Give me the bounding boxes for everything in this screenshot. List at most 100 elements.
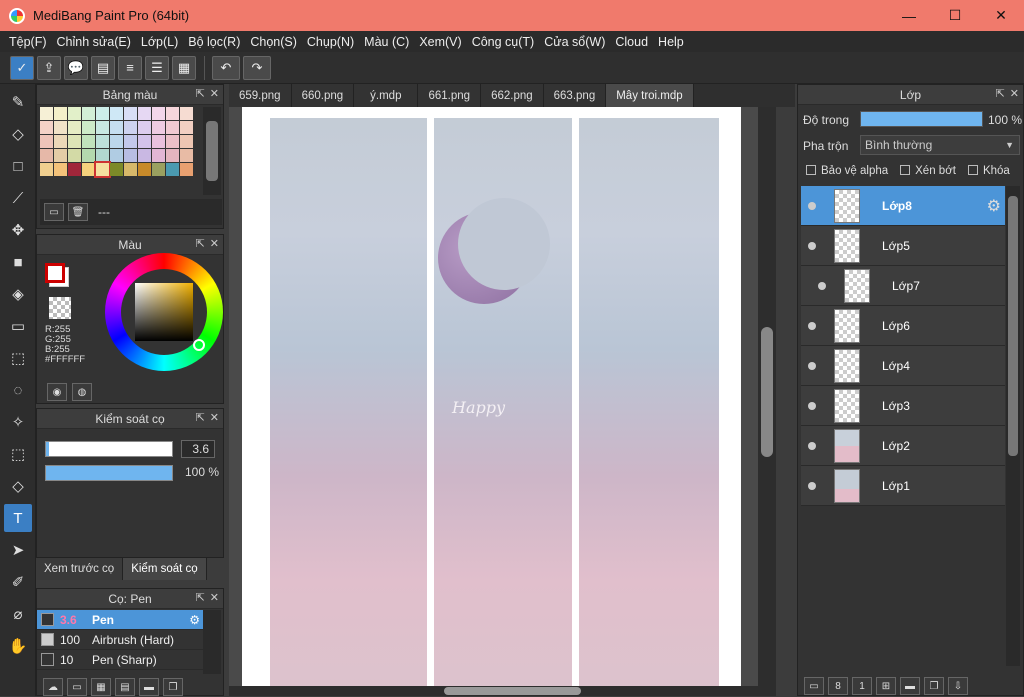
color-swatch[interactable] [180,135,193,148]
undock-icon[interactable]: ⇱ [996,87,1005,100]
doc-tab[interactable]: 660.png [291,84,355,107]
color-swatch[interactable] [152,163,165,176]
new-layer-icon[interactable]: ▭ [804,677,824,695]
brush-size-slider[interactable] [45,441,173,457]
color-swatch[interactable] [96,107,109,120]
menu-filter[interactable]: Bộ lọc(R) [183,35,245,49]
color-swatch[interactable] [54,149,67,162]
new-8bit-layer-icon[interactable]: 8 [828,677,848,695]
color-swatch[interactable] [40,163,53,176]
cloud-save-icon[interactable]: ✓ [10,55,34,80]
brush-copy-icon[interactable]: ▤ [115,678,135,696]
color-swatch[interactable] [180,107,193,120]
color-swatch[interactable] [54,135,67,148]
layer-item-6[interactable]: Lớp6 [801,306,1005,346]
brush-opacity-slider[interactable] [45,465,173,481]
color-swatch[interactable] [166,135,179,148]
fill-rect-tool-icon[interactable]: ■ [4,248,32,276]
color-swatch[interactable] [110,135,123,148]
doc-tab[interactable]: 662.png [481,84,544,107]
undock-icon[interactable]: ⇱ [196,87,205,100]
primary-color-swatch[interactable] [45,263,65,283]
color-swatch[interactable] [68,163,81,176]
brush-duplicate-icon[interactable]: ❐ [163,678,183,696]
layer-item-2[interactable]: Lớp2 [801,426,1005,466]
color-swatch[interactable] [138,163,151,176]
visibility-icon[interactable] [808,361,816,370]
brush-item-airbrush[interactable]: 100 Airbrush (Hard) [37,630,203,650]
minimize-button[interactable]: — [886,0,932,31]
color-swatch[interactable] [68,149,81,162]
cloud-brush-icon[interactable]: ☁ [43,678,63,696]
close-panel-icon[interactable]: ✕ [1010,87,1019,100]
close-panel-icon[interactable]: ✕ [210,87,219,100]
canvas-vertical-scrollbar[interactable] [758,107,776,696]
eyedropper-tool-icon[interactable]: ⌀ [4,600,32,628]
tab-brush-control[interactable]: Kiểm soát cọ [123,558,207,580]
visibility-icon[interactable] [808,441,816,450]
doc-tab[interactable]: 659.png [229,84,292,107]
hand-tool-icon[interactable]: ✋ [4,632,32,660]
canvas-horizontal-scrollbar[interactable] [229,686,776,696]
color-swatch[interactable] [40,121,53,134]
visibility-icon[interactable] [818,281,826,290]
undock-icon[interactable]: ⇱ [196,411,205,424]
color-swatch[interactable] [68,121,81,134]
tab-brush-preview[interactable]: Xem trước cọ [36,558,124,580]
color-swatch[interactable] [54,107,67,120]
close-panel-icon[interactable]: ✕ [210,237,219,250]
message-icon[interactable]: ▤ [91,55,115,80]
color-swatch[interactable] [152,121,165,134]
color-swatch[interactable] [54,163,67,176]
brush-tool-icon[interactable]: ✎ [4,88,32,116]
layer-item-1[interactable]: Lớp1 [801,466,1005,506]
visibility-icon[interactable] [808,321,816,330]
color-picker-icon[interactable]: ◍ [72,383,92,401]
color-swatch[interactable] [138,107,151,120]
close-panel-icon[interactable]: ✕ [210,411,219,424]
undock-icon[interactable]: ⇱ [196,237,205,250]
layer-folder-icon[interactable]: ▬ [900,677,920,695]
color-swatch[interactable] [82,121,95,134]
color-swatch[interactable] [94,161,111,178]
new-palette-icon[interactable]: ▭ [44,203,64,221]
menu-tools[interactable]: Công cụ(T) [467,35,540,49]
color-swatch[interactable] [152,135,165,148]
close-panel-icon[interactable]: ✕ [210,591,219,604]
bucket-tool-icon[interactable]: ◈ [4,280,32,308]
menu-layer[interactable]: Lớp(L) [136,35,183,49]
color-swatch[interactable] [110,149,123,162]
brush-list-scrollbar[interactable] [203,610,221,674]
gear-icon[interactable]: ⚙ [189,613,200,627]
color-swatch[interactable] [54,121,67,134]
palette-scrollbar[interactable] [203,107,221,195]
color-swatch[interactable] [124,163,137,176]
color-swatch[interactable] [152,107,165,120]
layer-opacity-slider[interactable] [860,111,983,127]
eraser-tool-icon[interactable]: ◇ [4,120,32,148]
maximize-button[interactable]: ☐ [932,0,978,31]
color-swatch[interactable] [110,121,123,134]
lock-checkbox[interactable]: Khóa [967,165,1010,177]
color-swatch[interactable] [82,149,95,162]
brush-settings-icon[interactable]: ▦ [91,678,111,696]
brush-folder-icon[interactable]: ▬ [139,678,159,696]
blend-mode-select[interactable]: Bình thường ▼ [860,135,1020,155]
color-swatch[interactable] [110,163,123,176]
blur-tool-icon[interactable]: ✐ [4,568,32,596]
hue-handle[interactable] [193,339,205,351]
doc-tab[interactable]: 663.png [543,84,607,107]
add-brush-icon[interactable]: ▭ [67,678,87,696]
color-swatch[interactable] [138,121,151,134]
visibility-icon[interactable] [808,401,816,410]
color-swatch[interactable] [166,163,179,176]
brush-item-pen-sharp[interactable]: 10 Pen (Sharp) [37,650,203,670]
color-swatch[interactable] [138,149,151,162]
brush-item-pen[interactable]: 3.6 Pen ⚙ [37,610,203,630]
color-swatch[interactable] [124,135,137,148]
color-swatch[interactable] [96,149,109,162]
color-swatch[interactable] [82,107,95,120]
color-swatch[interactable] [166,107,179,120]
color-swatch[interactable] [152,149,165,162]
menu-view[interactable]: Xem(V) [414,35,466,49]
